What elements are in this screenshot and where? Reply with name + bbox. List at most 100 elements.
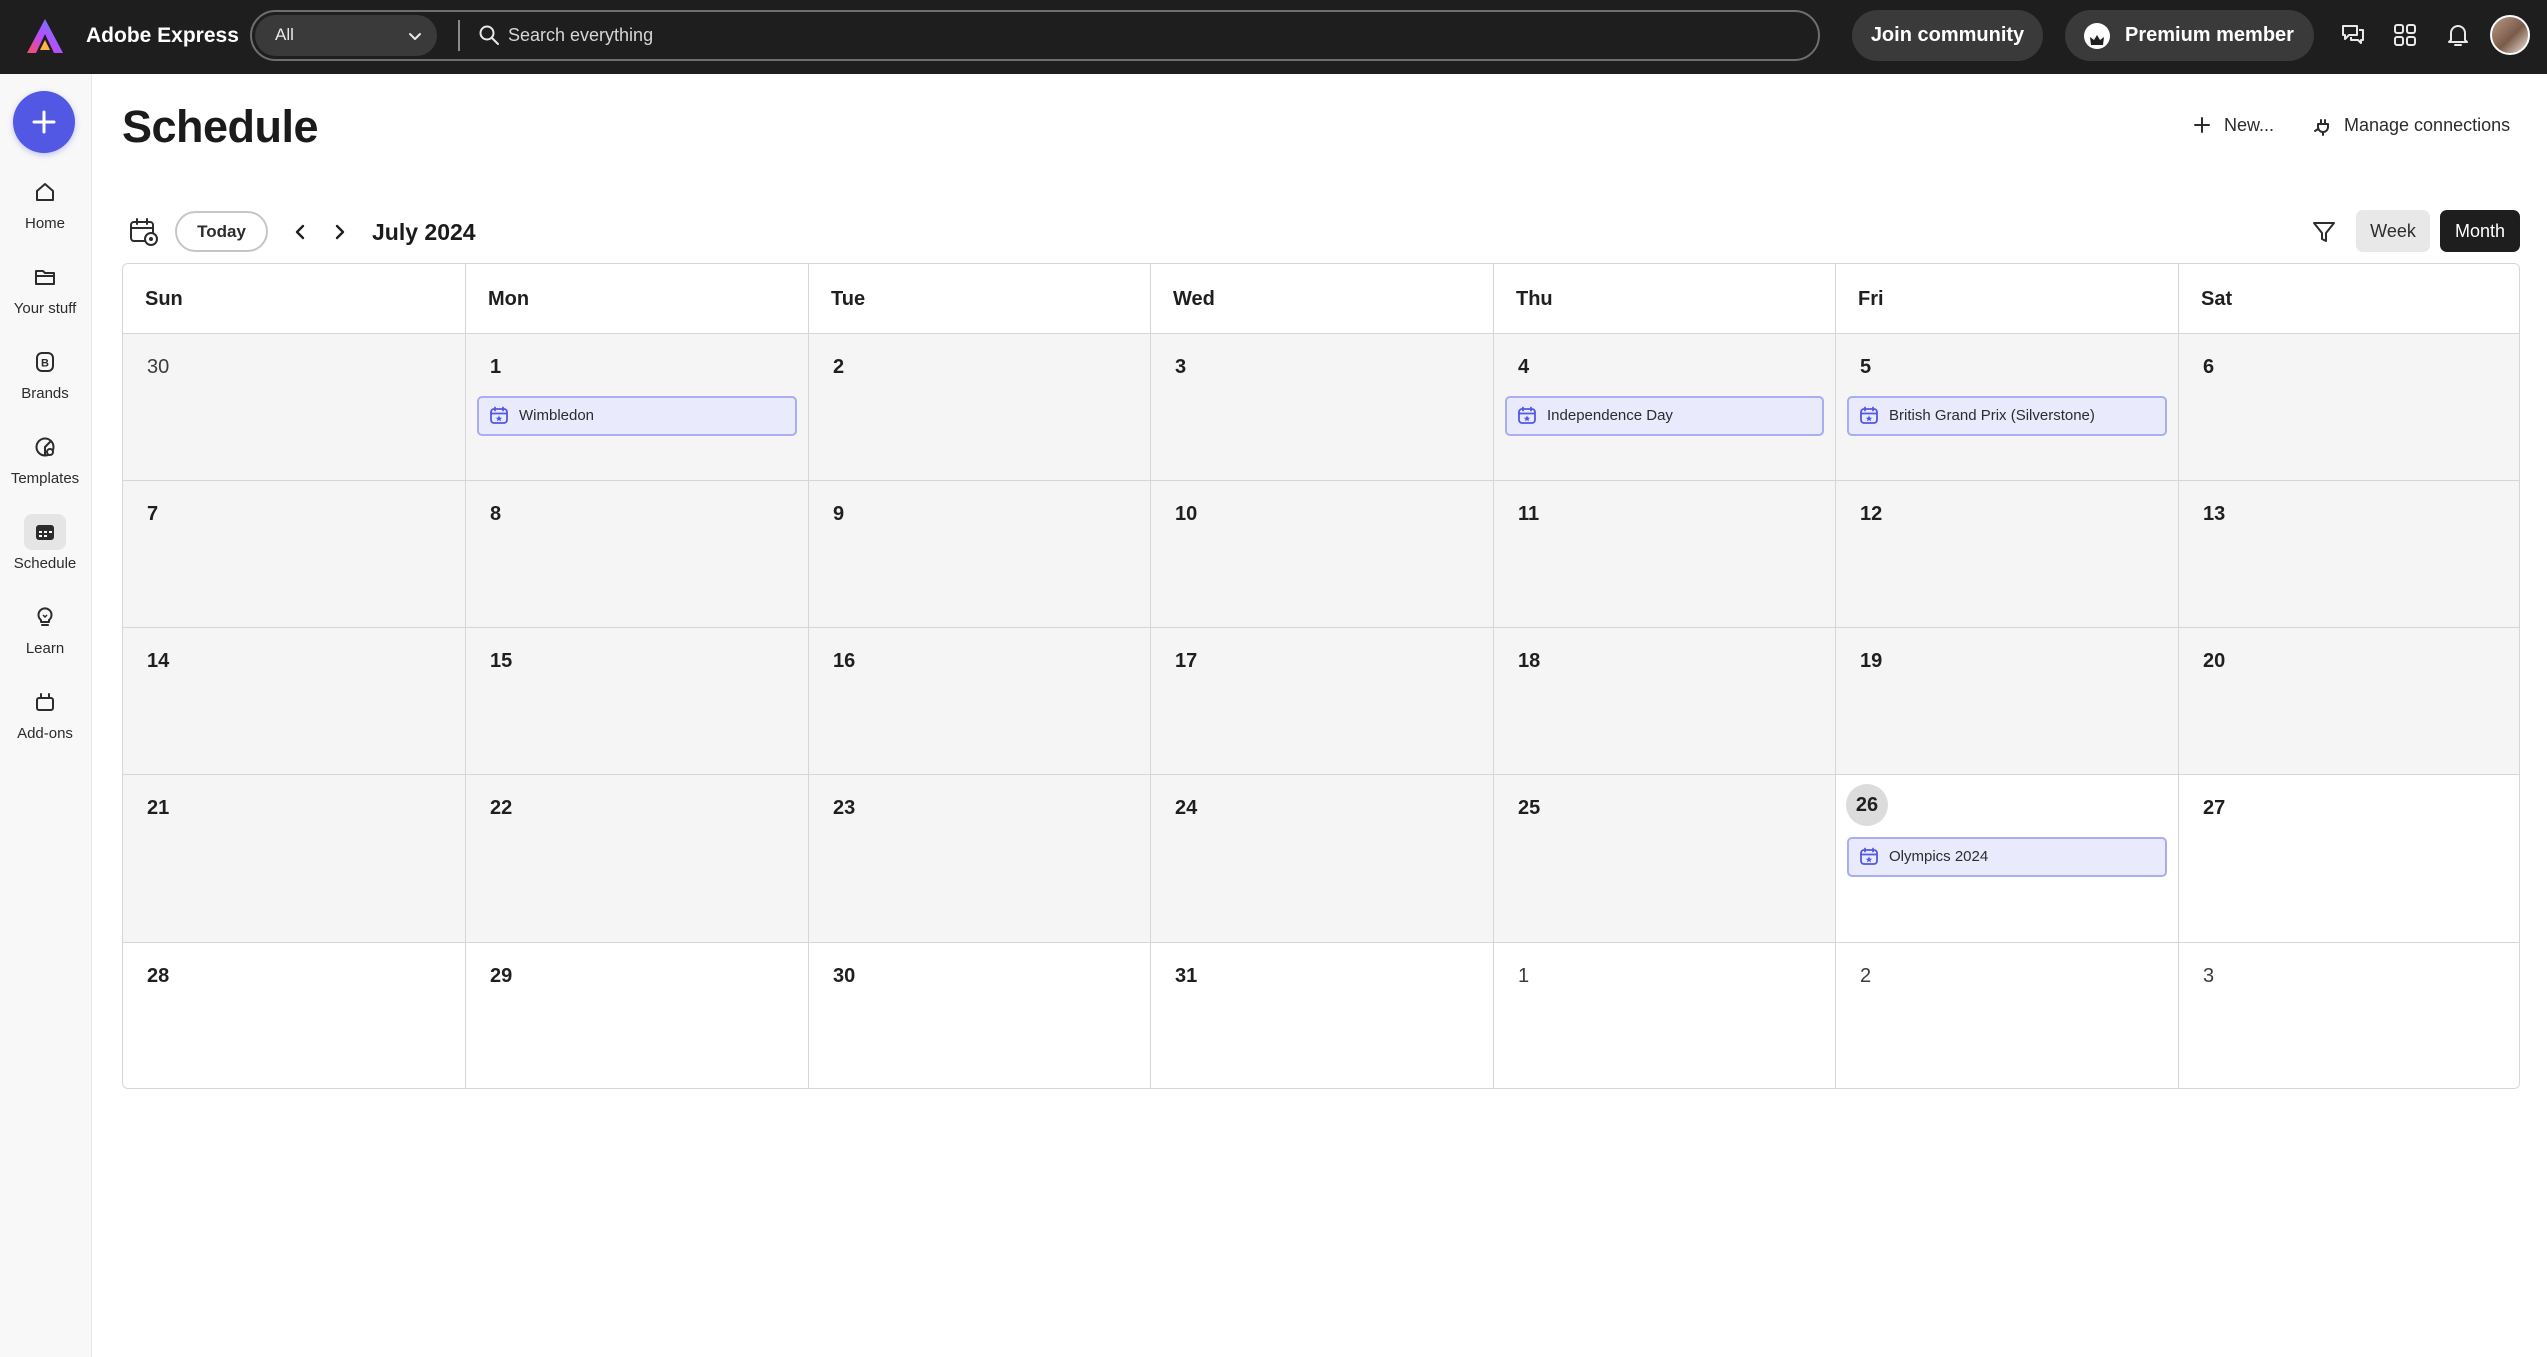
day-cell[interactable]: 22 [466, 775, 809, 942]
week-row: 7 8 9 10 11 12 13 [123, 481, 2519, 628]
day-number: 12 [1860, 503, 1883, 525]
week-view-button[interactable]: Week [2356, 210, 2430, 252]
day-number: 5 [1860, 356, 1872, 378]
rail-label-your-stuff: Your stuff [13, 300, 77, 317]
day-cell[interactable]: 30 [809, 943, 1151, 1088]
day-number: 1 [1518, 965, 1530, 987]
event-title: Independence Day [1547, 407, 1673, 424]
day-cell[interactable]: 20 [2179, 628, 2519, 774]
day-cell[interactable]: 5 British Grand Prix (Silverstone) [1836, 334, 2179, 480]
avatar[interactable] [2490, 15, 2530, 55]
rail-label-home: Home [24, 215, 65, 232]
week-row: 28 29 30 31 1 2 3 [123, 943, 2519, 1088]
day-number: 31 [1175, 965, 1198, 987]
day-cell[interactable]: 17 [1151, 628, 1494, 774]
rail-item-schedule[interactable]: Schedule [0, 514, 90, 588]
rail-item-add-ons[interactable]: Add-ons [0, 684, 90, 758]
day-cell[interactable]: 18 [1494, 628, 1836, 774]
adobe-express-logo[interactable] [26, 18, 64, 54]
day-number: 14 [147, 650, 170, 672]
rail-item-learn[interactable]: Learn [0, 599, 90, 673]
event-chip-wimbledon[interactable]: Wimbledon [477, 396, 797, 436]
folder-icon [35, 270, 55, 285]
event-title: Wimbledon [519, 407, 595, 424]
day-cell[interactable]: 9 [809, 481, 1151, 627]
today-date-badge: 26 [1846, 784, 1888, 826]
day-cell[interactable]: 10 [1151, 481, 1494, 627]
day-of-week-header: Sun Mon Tue Wed Thu Fri Sat [123, 264, 2519, 334]
day-cell[interactable]: 15 [466, 628, 809, 774]
day-cell[interactable]: 4 Independence Day [1494, 334, 1836, 480]
month-view-button[interactable]: Month [2440, 210, 2520, 252]
day-cell[interactable]: 21 [123, 775, 466, 942]
new-button-label: New... [2224, 115, 2275, 135]
day-cell[interactable]: 27 [2179, 775, 2519, 942]
event-title: British Grand Prix (Silverstone) [1889, 407, 2095, 424]
bell-icon[interactable] [2443, 20, 2473, 50]
rail-label-add-ons: Add-ons [17, 725, 73, 742]
chevron-right-icon[interactable] [328, 220, 352, 244]
day-cell[interactable]: 3 [1151, 334, 1494, 480]
rail-item-your-stuff[interactable]: Your stuff [0, 259, 90, 333]
rail-item-home[interactable]: Home [0, 174, 90, 248]
day-cell[interactable]: 7 [123, 481, 466, 627]
day-cell[interactable]: 13 [2179, 481, 2519, 627]
crown-icon [2084, 23, 2110, 49]
event-calendar-icon [1518, 406, 1536, 424]
day-cell[interactable]: 8 [466, 481, 809, 627]
create-button[interactable] [13, 91, 75, 153]
day-number: 24 [1175, 797, 1198, 819]
day-cell[interactable]: 6 [2179, 334, 2519, 480]
day-cell[interactable]: 24 [1151, 775, 1494, 942]
search-input[interactable] [508, 18, 1798, 53]
templates-icon [35, 437, 55, 457]
rail-label-templates: Templates [10, 470, 80, 487]
rail-item-brands[interactable]: B Brands [0, 344, 90, 418]
day-cell[interactable]: 1 Wimbledon [466, 334, 809, 480]
day-cell[interactable]: 2 [809, 334, 1151, 480]
filter-icon[interactable] [2310, 218, 2338, 246]
day-cell[interactable]: 28 [123, 943, 466, 1088]
plug-icon [2314, 119, 2329, 136]
day-cell[interactable]: 3 [2179, 943, 2519, 1088]
calendar-settings-icon[interactable] [128, 216, 160, 248]
event-chip-independence-day[interactable]: Independence Day [1505, 396, 1824, 436]
event-title: Olympics 2024 [1889, 848, 1989, 865]
day-cell[interactable]: 25 [1494, 775, 1836, 942]
day-header-thu: Thu [1494, 264, 1836, 334]
day-number: 2 [1860, 965, 1872, 987]
day-cell[interactable]: 31 [1151, 943, 1494, 1088]
chat-icon[interactable] [2338, 20, 2368, 50]
day-cell[interactable]: 30 [123, 334, 466, 480]
day-cell[interactable]: 12 [1836, 481, 2179, 627]
day-cell[interactable]: 29 [466, 943, 809, 1088]
day-number: 11 [1518, 503, 1540, 525]
svg-text:B: B [41, 358, 49, 370]
day-number: 2 [833, 356, 845, 378]
apps-grid-icon[interactable] [2390, 20, 2420, 50]
today-button[interactable]: Today [175, 211, 268, 252]
day-cell[interactable]: 2 [1836, 943, 2179, 1088]
premium-member-button[interactable]: Premium member [2065, 10, 2314, 61]
day-cell[interactable]: 19 [1836, 628, 2179, 774]
week-row: 30 1 Wimbledon 2 3 4 Independence Day 5 … [123, 334, 2519, 481]
day-header-tue: Tue [809, 264, 1151, 334]
event-chip-british-grand-prix[interactable]: British Grand Prix (Silverstone) [1847, 396, 2167, 436]
rail-item-templates[interactable]: Templates [0, 429, 90, 503]
day-cell[interactable]: 14 [123, 628, 466, 774]
calendar-toolbar: Today July 2024 Week Month [122, 210, 2520, 254]
day-cell[interactable]: 16 [809, 628, 1151, 774]
event-calendar-icon [490, 406, 508, 424]
day-cell[interactable]: 11 [1494, 481, 1836, 627]
manage-connections-label: Manage connections [2344, 115, 2511, 135]
day-cell[interactable]: 23 [809, 775, 1151, 942]
search-icon [479, 25, 499, 45]
day-cell[interactable]: 1 [1494, 943, 1836, 1088]
event-chip-olympics[interactable]: Olympics 2024 [1847, 837, 2167, 877]
join-community-button[interactable]: Join community [1852, 10, 2043, 61]
day-cell-today[interactable]: 26 Olympics 2024 [1836, 775, 2179, 942]
search-scope-dropdown[interactable]: All [255, 15, 437, 56]
chevron-left-icon[interactable] [288, 220, 312, 244]
day-number: 6 [2203, 356, 2215, 378]
day-number: 19 [1860, 650, 1883, 672]
